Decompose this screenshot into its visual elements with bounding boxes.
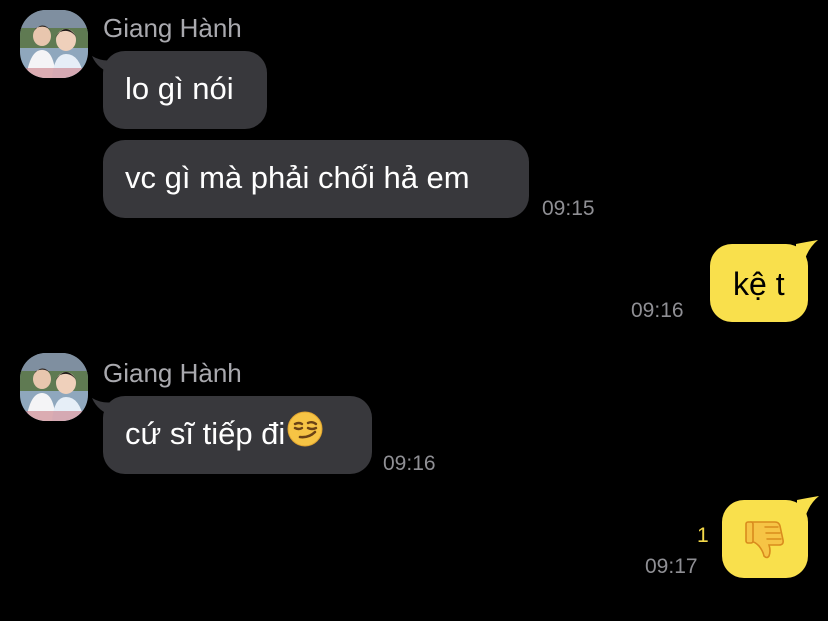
message-text: kệ t	[733, 266, 785, 302]
unread-count: 1	[697, 524, 709, 547]
message-timestamp: 09:17	[645, 555, 698, 578]
message-bubble[interactable]: cứ sĩ tiếp đi	[103, 396, 372, 474]
smirking-face-icon	[287, 411, 323, 455]
sender-name: Giang Hành	[103, 13, 242, 43]
message-text: vc gì mà phải chối hả em	[125, 160, 470, 195]
contact-avatar[interactable]	[20, 10, 88, 78]
contact-avatar[interactable]	[20, 353, 88, 421]
message-timestamp: 09:16	[383, 452, 436, 475]
message-bubble[interactable]	[722, 500, 808, 578]
thumbs-down-icon	[745, 518, 787, 568]
message-bubble[interactable]: lo gì nói	[103, 51, 267, 129]
message-text: cứ sĩ tiếp đi	[125, 416, 286, 451]
message-timestamp: 09:16	[631, 299, 684, 322]
sender-name: Giang Hành	[103, 358, 242, 388]
message-text: lo gì nói	[125, 71, 234, 106]
message-timestamp: 09:15	[542, 197, 595, 220]
message-bubble[interactable]: vc gì mà phải chối hả em	[103, 140, 529, 218]
message-bubble[interactable]: kệ t	[710, 244, 808, 322]
